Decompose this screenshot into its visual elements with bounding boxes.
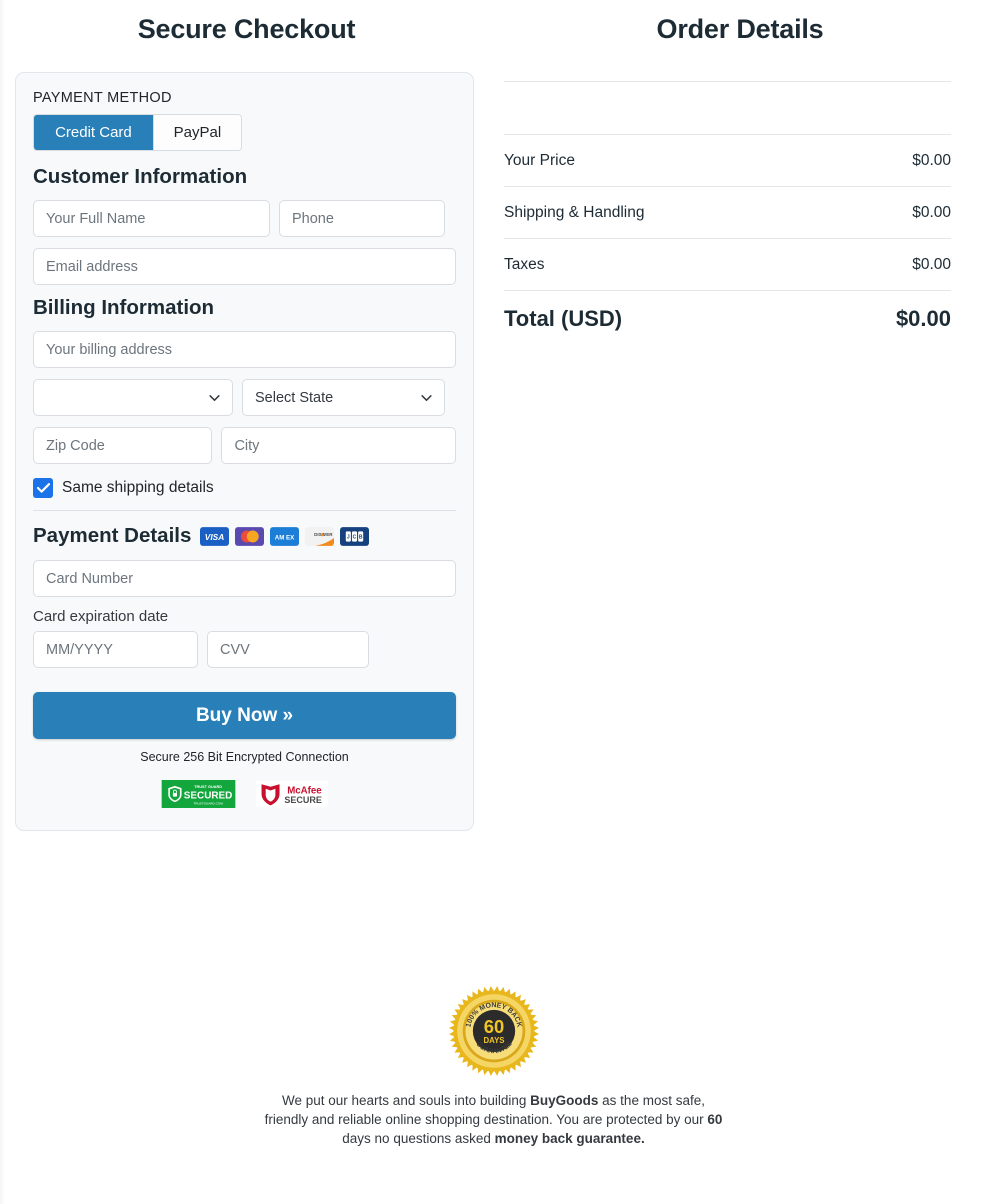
zip-code-field[interactable]: Zip Code	[33, 427, 213, 464]
same-shipping-label: Same shipping details	[62, 479, 214, 496]
expiration-cvv-row: MM/YYYY CVV	[33, 631, 456, 668]
order-row-label: Your Price	[504, 151, 575, 169]
svg-text:C: C	[353, 534, 357, 540]
section-divider	[33, 510, 456, 511]
card-number-field[interactable]: Card Number	[33, 560, 456, 597]
email-row: Email address	[33, 248, 456, 285]
order-row-shipping: Shipping & Handling $0.00	[504, 187, 951, 239]
order-total-row: Total (USD) $0.00	[504, 291, 951, 347]
svg-text:SECURED: SECURED	[184, 790, 233, 801]
footer-text-part1: We put our hearts and souls into buildin…	[282, 1093, 531, 1108]
name-phone-row: Your Full Name Phone	[33, 200, 456, 237]
country-state-row: Select State	[33, 379, 456, 416]
order-row-value: $0.00	[912, 255, 951, 273]
svg-text:AM EX: AM EX	[275, 534, 295, 541]
payment-details-heading: Payment Details	[33, 524, 192, 547]
trust-guard-secured-badge: TRUST GUARD SECURED TRUSTGUARD.COM	[161, 780, 236, 808]
svg-text:60: 60	[483, 1016, 503, 1037]
email-field[interactable]: Email address	[33, 248, 456, 285]
card-number-row: Card Number	[33, 560, 456, 597]
order-details-column: Order Details Your Price $0.00 Shipping …	[493, 0, 987, 831]
billing-address-row: Your billing address	[33, 331, 456, 368]
check-icon	[36, 483, 50, 493]
city-field[interactable]: City	[221, 427, 456, 464]
payment-details-row: Payment Details VISA AM EX DISC VER J C …	[33, 524, 456, 548]
cvv-field[interactable]: CVV	[207, 631, 369, 668]
tab-paypal[interactable]: PayPal	[152, 115, 241, 150]
order-row-label: Taxes	[504, 255, 545, 273]
visa-logo: VISA	[200, 526, 230, 546]
state-select-value: Select State	[255, 389, 334, 406]
footer-brand: BuyGoods	[530, 1093, 599, 1108]
trust-badges: TRUST GUARD SECURED TRUSTGUARD.COM McAfe…	[33, 780, 456, 808]
full-name-field[interactable]: Your Full Name	[33, 200, 270, 237]
order-summary: Your Price $0.00 Shipping & Handling $0.…	[493, 45, 987, 347]
payment-method-tabs: Credit Card PayPal	[33, 114, 242, 151]
country-select[interactable]	[33, 379, 233, 416]
order-product-row	[504, 81, 951, 135]
svg-text:VISA: VISA	[205, 532, 224, 542]
order-row-label: Shipping & Handling	[504, 203, 645, 221]
accepted-card-logos: VISA AM EX DISC VER J C B	[200, 526, 370, 546]
order-total-label: Total (USD)	[504, 306, 623, 331]
footer-days: 60	[707, 1112, 723, 1127]
order-row-value: $0.00	[912, 151, 951, 169]
secure-connection-note: Secure 256 Bit Encrypted Connection	[140, 750, 349, 764]
chevron-down-icon	[421, 394, 432, 401]
svg-text:VER: VER	[324, 532, 334, 537]
footer: 100% MONEY BACK GUARANTEE 60 DAYS We put…	[0, 985, 987, 1148]
order-row-taxes: Taxes $0.00	[504, 239, 951, 291]
guarantee-seal-wrap: 100% MONEY BACK GUARANTEE 60 DAYS	[0, 985, 987, 1077]
state-select[interactable]: Select State	[242, 379, 445, 416]
order-row-your-price: Your Price $0.00	[504, 135, 951, 187]
footer-guarantee-phrase: money back guarantee.	[494, 1131, 645, 1146]
order-total-value: $0.00	[895, 306, 951, 331]
billing-information-heading: Billing Information	[33, 296, 215, 319]
discover-logo: DISC VER	[305, 526, 335, 546]
payment-method-label: PAYMENT METHOD	[33, 90, 172, 106]
buy-now-button[interactable]: Buy Now »	[33, 692, 456, 739]
customer-information-heading: Customer Information	[33, 165, 248, 188]
checkout-form-card: PAYMENT METHOD Credit Card PayPal Custom…	[15, 72, 474, 831]
mastercard-logo	[235, 526, 265, 546]
tab-credit-card[interactable]: Credit Card	[34, 115, 153, 150]
svg-text:SECURE: SECURE	[284, 795, 322, 805]
order-row-value: $0.00	[912, 203, 951, 221]
phone-field[interactable]: Phone	[279, 200, 445, 237]
footer-guarantee-text: We put our hearts and souls into buildin…	[259, 1091, 729, 1148]
page-title: Secure Checkout	[137, 14, 356, 44]
footer-text-part3: days no questions asked	[342, 1131, 495, 1146]
same-shipping-row: Same shipping details	[33, 478, 456, 498]
card-expiration-field[interactable]: MM/YYYY	[33, 631, 198, 668]
svg-text:B: B	[359, 534, 363, 540]
order-details-title: Order Details	[656, 14, 824, 44]
svg-text:DAYS: DAYS	[483, 1036, 504, 1045]
svg-text:TRUST GUARD: TRUST GUARD	[194, 785, 222, 789]
checkout-page: Secure Checkout PAYMENT METHOD Credit Ca…	[0, 0, 987, 831]
same-shipping-checkbox[interactable]	[33, 478, 53, 498]
chevron-down-icon	[209, 394, 220, 401]
billing-address-field[interactable]: Your billing address	[33, 331, 456, 368]
mcafee-secure-badge: McAfee SECURE	[256, 780, 328, 808]
money-back-guarantee-seal: 100% MONEY BACK GUARANTEE 60 DAYS	[448, 986, 539, 1076]
secure-checkout-column: Secure Checkout PAYMENT METHOD Credit Ca…	[0, 0, 493, 831]
jcb-logo: J C B	[340, 526, 370, 546]
svg-text:TRUSTGUARD.COM: TRUSTGUARD.COM	[193, 801, 223, 805]
amex-logo: AM EX	[270, 526, 300, 546]
card-expiration-label: Card expiration date	[33, 608, 169, 625]
zip-city-row: Zip Code City	[33, 427, 456, 464]
svg-text:J: J	[347, 534, 350, 540]
